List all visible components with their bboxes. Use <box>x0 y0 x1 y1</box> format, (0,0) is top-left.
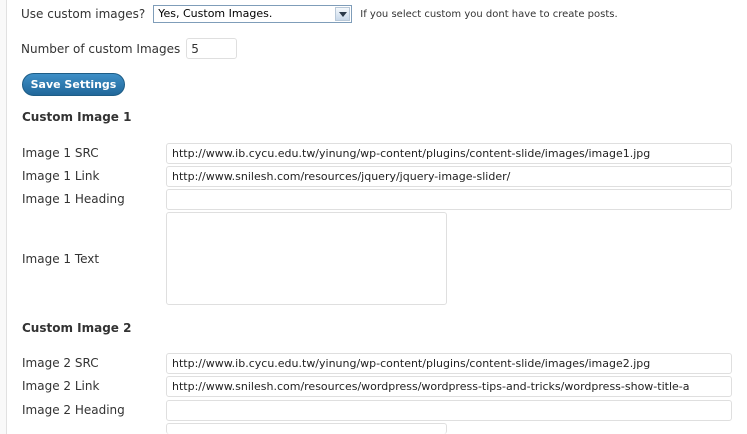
count-label: Number of custom Images <box>21 41 181 56</box>
image-1-link-label: Image 1 Link <box>22 169 100 183</box>
image-2-heading-label: Image 2 Heading <box>22 403 125 417</box>
image-1-heading-label: Image 1 Heading <box>22 192 125 206</box>
chevron-down-icon[interactable] <box>335 7 351 21</box>
image-1-heading-input[interactable] <box>166 189 732 210</box>
image-1-src-input[interactable]: http://www.ib.cycu.edu.tw/yinung/wp-cont… <box>166 143 732 164</box>
save-settings-button[interactable]: Save Settings <box>22 73 125 96</box>
use-custom-hint: If you select custom you dont have to cr… <box>360 8 618 20</box>
image-2-link-label: Image 2 Link <box>22 379 100 393</box>
image-1-src-label: Image 1 SRC <box>22 146 99 160</box>
count-row: Number of custom Images <box>21 38 238 59</box>
use-custom-row: Use custom images? Yes, Custom Images. I… <box>21 5 618 23</box>
image-2-text-area[interactable] <box>166 423 447 434</box>
section-title-image-2: Custom Image 2 <box>22 321 132 335</box>
settings-panel: Use custom images? Yes, Custom Images. I… <box>6 0 747 434</box>
image-2-src-label: Image 2 SRC <box>22 356 99 370</box>
count-input[interactable] <box>186 38 238 59</box>
image-1-link-input[interactable]: http://www.snilesh.com/resources/jquery/… <box>166 166 732 187</box>
use-custom-select-value: Yes, Custom Images. <box>158 7 273 20</box>
use-custom-select[interactable]: Yes, Custom Images. <box>153 5 353 23</box>
section-title-image-1: Custom Image 1 <box>22 110 132 124</box>
image-2-heading-input[interactable] <box>166 400 732 421</box>
use-custom-label: Use custom images? <box>21 7 146 21</box>
image-2-src-input[interactable]: http://www.ib.cycu.edu.tw/yinung/wp-cont… <box>166 353 732 374</box>
image-1-text-area[interactable] <box>166 212 447 305</box>
image-1-text-label: Image 1 Text <box>22 252 100 266</box>
image-2-link-input[interactable]: http://www.snilesh.com/resources/wordpre… <box>166 376 732 397</box>
